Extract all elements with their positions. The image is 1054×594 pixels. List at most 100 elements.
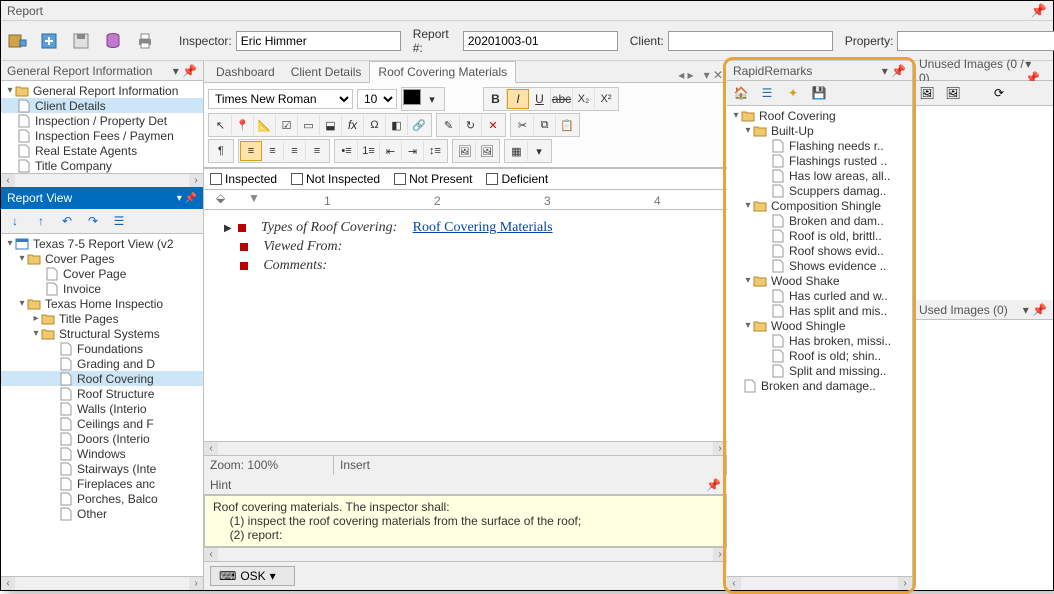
tree-row[interactable]: Other	[1, 506, 203, 521]
check-icon[interactable]: ☑	[276, 115, 298, 135]
pin-icon[interactable]: 📌	[1031, 3, 1047, 19]
tree-row[interactable]: ▾Roof Covering	[727, 108, 912, 123]
used-images-area[interactable]	[913, 320, 1053, 590]
image-icon[interactable]: 🖼	[454, 141, 476, 161]
align-justify-button[interactable]: ≡	[306, 141, 328, 161]
tree-row[interactable]: Roof is old; shin..	[727, 348, 912, 363]
remarks-tree[interactable]: ▾Roof Covering ▾Built-Up Flashing needs …	[727, 106, 912, 576]
scrollbar[interactable]: ‹›	[1, 173, 203, 187]
check-not-inspected[interactable]: Not Inspected	[291, 172, 380, 186]
tree-row[interactable]: Scuppers damag..	[727, 183, 912, 198]
copy-icon[interactable]: ⧉	[534, 115, 556, 135]
tree-row[interactable]: Has broken, missi..	[727, 333, 912, 348]
dropdown-field-icon[interactable]: ⬓	[320, 115, 342, 135]
tree-row[interactable]: Stairways (Inte	[1, 461, 203, 476]
tree-row[interactable]: Roof shows evid..	[727, 243, 912, 258]
client-input[interactable]	[668, 31, 833, 51]
tree-row[interactable]: Title Company	[1, 158, 203, 173]
cut-icon[interactable]: ✂	[512, 115, 534, 135]
fx-icon[interactable]: fx	[342, 115, 364, 135]
tree-row[interactable]: Doors (Interio	[1, 431, 203, 446]
tree-row[interactable]: ▾Cover Pages	[1, 251, 203, 266]
arrow-up-icon[interactable]: ↑	[33, 213, 49, 229]
pin-icon[interactable]: ▾ 📌	[882, 64, 906, 78]
align-right-button[interactable]: ≡	[284, 141, 306, 161]
linespace-button[interactable]: ↕≡	[424, 141, 446, 161]
field-link[interactable]: Roof Covering Materials	[413, 220, 553, 236]
home-icon[interactable]: 🏠	[733, 85, 749, 101]
align-left-button[interactable]: ≡	[240, 141, 262, 161]
tree-row[interactable]: Roof is old, brittl..	[727, 228, 912, 243]
tree-row[interactable]: Has split and mis..	[727, 303, 912, 318]
tree-row[interactable]: ▾Built-Up	[727, 123, 912, 138]
font-size-select[interactable]: 10	[357, 89, 397, 109]
undo-icon[interactable]: ↶	[59, 213, 75, 229]
bullets-button[interactable]: •≡	[336, 141, 358, 161]
tree-row[interactable]: Real Estate Agents	[1, 143, 203, 158]
check-not-present[interactable]: Not Present	[394, 172, 472, 186]
tree-row[interactable]: Broken and damage..	[727, 378, 912, 393]
omega-icon[interactable]: Ω	[364, 115, 386, 135]
tree-icon[interactable]: ☰	[759, 85, 775, 101]
dropdown-icon[interactable]: ▾	[528, 141, 550, 161]
chevron-down-icon[interactable]: ▾	[5, 238, 15, 249]
tree-row[interactable]: Has low areas, all..	[727, 168, 912, 183]
tree-row[interactable]: Walls (Interio	[1, 401, 203, 416]
scrollbar[interactable]: ‹›	[727, 576, 912, 590]
refresh-icon[interactable]: ⟳	[991, 85, 1007, 101]
check-inspected[interactable]: Inspected	[210, 172, 277, 186]
document-area[interactable]: ▶ Types of Roof Covering: Roof Covering …	[204, 210, 727, 441]
pilcrow-icon[interactable]: ¶	[210, 141, 232, 161]
reportnum-input[interactable]	[463, 31, 618, 51]
pin-icon[interactable]: 📌	[706, 478, 721, 492]
tree-row[interactable]: ▾Wood Shingle	[727, 318, 912, 333]
cursor-icon[interactable]: ↖	[210, 115, 232, 135]
action2-icon[interactable]: ↻	[460, 115, 482, 135]
field-icon[interactable]: ▭	[298, 115, 320, 135]
tree-row[interactable]: Inspection / Property Det	[1, 113, 203, 128]
db-icon[interactable]	[103, 28, 123, 54]
chevron-down-icon[interactable]: ▾	[17, 298, 27, 309]
scrollbar[interactable]: ‹›	[1, 576, 203, 590]
outdent-button[interactable]: ⇤	[380, 141, 402, 161]
chevron-down-icon[interactable]: ▾	[31, 328, 41, 339]
tree-row[interactable]: ▸Title Pages	[1, 311, 203, 326]
font-color[interactable]	[403, 89, 421, 105]
tree-row[interactable]: Shows evidence ..	[727, 258, 912, 273]
tb-icon-1[interactable]	[7, 28, 27, 54]
image-plus-icon[interactable]: 🖼	[945, 85, 961, 101]
tb-icon-2[interactable]	[39, 28, 59, 54]
dropdown-icon[interactable]: ▾	[421, 89, 443, 109]
check-deficient[interactable]: Deficient	[486, 172, 548, 186]
font-name-select[interactable]: Times New Roman	[208, 89, 353, 109]
inspector-input[interactable]	[236, 31, 401, 51]
tree-row[interactable]: Grading and D	[1, 356, 203, 371]
redo-icon[interactable]: ↷	[85, 213, 101, 229]
arrow-down-icon[interactable]: ↓	[7, 213, 23, 229]
chevron-down-icon[interactable]: ▾	[17, 253, 27, 264]
tree-row[interactable]: Roof Covering	[1, 371, 203, 386]
scrollbar[interactable]: ‹›	[204, 441, 727, 455]
dropdown-icon[interactable]: ▾ 📌	[177, 193, 197, 204]
property-input[interactable]	[897, 31, 1054, 51]
link-icon[interactable]: 🔗	[408, 115, 430, 135]
unused-images-area[interactable]	[913, 106, 1053, 300]
tree-row[interactable]: Flashing needs r..	[727, 138, 912, 153]
delete-icon[interactable]: ✕	[482, 115, 504, 135]
tree-row[interactable]: Ceilings and F	[1, 416, 203, 431]
tree-row[interactable]: ▾Structural Systems	[1, 326, 203, 341]
image-add-icon[interactable]: 🖼	[919, 85, 935, 101]
tree-row[interactable]: Broken and dam..	[727, 213, 912, 228]
table-icon[interactable]: ▦	[506, 141, 528, 161]
tab-nav[interactable]: ◂ ▸ ▾ ✕	[678, 68, 727, 82]
action1-icon[interactable]: ✎	[438, 115, 460, 135]
tree-row[interactable]: Has curled and w..	[727, 288, 912, 303]
tree-row[interactable]: ▾Texas Home Inspectio	[1, 296, 203, 311]
image2-icon[interactable]: 🖼	[476, 141, 498, 161]
superscript-button[interactable]: X²	[595, 89, 617, 109]
strike-button[interactable]: abc	[551, 89, 573, 109]
tag-icon[interactable]: ◧	[386, 115, 408, 135]
underline-button[interactable]: U	[529, 89, 551, 109]
tree-row[interactable]: ▾General Report Information	[1, 83, 203, 98]
paste-icon[interactable]: 📋	[556, 115, 578, 135]
